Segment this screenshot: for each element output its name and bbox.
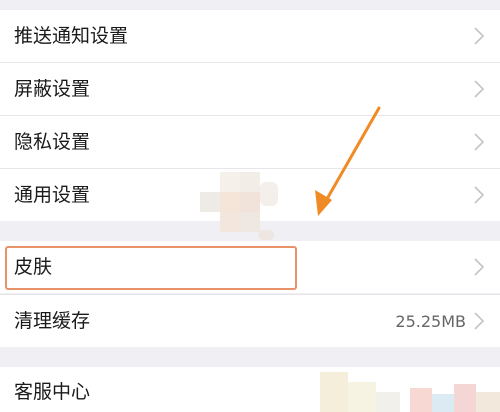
chevron-right-icon	[474, 133, 485, 151]
top-gap	[0, 0, 500, 10]
section-gap	[0, 347, 500, 367]
settings-item-label: 客服中心	[14, 381, 91, 403]
settings-item-label: 皮肤	[14, 255, 53, 278]
settings-item-privacy[interactable]: 隐私设置	[0, 116, 500, 168]
settings-item-skin[interactable]: 皮肤	[0, 241, 500, 293]
chevron-right-icon	[474, 186, 485, 204]
settings-item-block[interactable]: 屏蔽设置	[0, 63, 500, 115]
section-gap	[0, 221, 500, 241]
settings-item-label: 推送通知设置	[14, 24, 129, 47]
settings-item-label: 屏蔽设置	[14, 77, 91, 100]
settings-item-push-notification[interactable]: 推送通知设置	[0, 10, 500, 62]
settings-item-label: 隐私设置	[14, 130, 91, 153]
cache-size-value: 25.25MB	[395, 311, 466, 331]
settings-item-label: 清理缓存	[14, 309, 91, 332]
settings-item-label: 通用设置	[14, 183, 91, 206]
chevron-right-icon	[474, 312, 485, 330]
chevron-right-icon	[474, 258, 485, 276]
settings-item-general[interactable]: 通用设置	[0, 169, 500, 221]
settings-item-clear-cache[interactable]: 清理缓存 25.25MB	[0, 295, 500, 347]
settings-item-customer-service[interactable]: 客服中心	[0, 367, 500, 412]
chevron-right-icon	[474, 80, 485, 98]
chevron-right-icon	[474, 27, 485, 45]
